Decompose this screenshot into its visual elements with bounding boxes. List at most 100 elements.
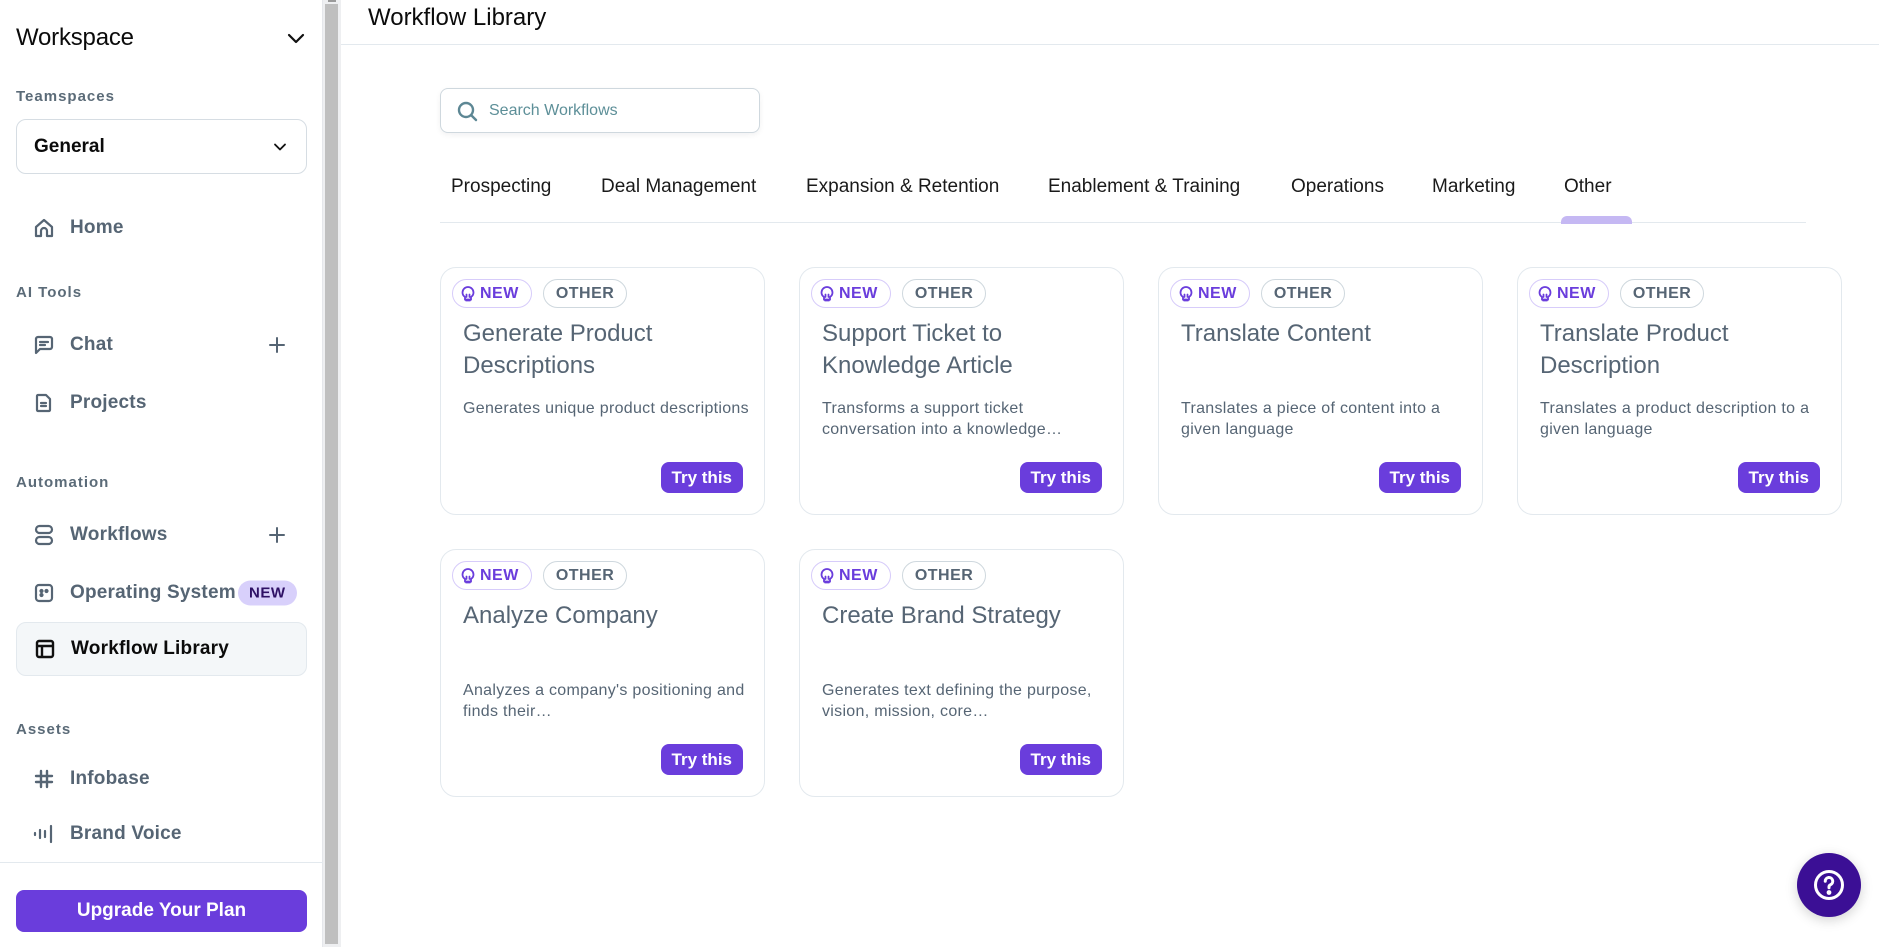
category-badge: OTHER <box>901 279 987 308</box>
workflow-card[interactable]: NEW OTHER Create Brand Strategy Generate… <box>799 549 1124 797</box>
teamspace-selected-value: General <box>34 135 105 157</box>
add-chat-icon[interactable] <box>267 335 287 355</box>
ai-tools-label: AI Tools <box>16 284 83 301</box>
sidebar-item-projects[interactable]: Projects <box>16 376 307 430</box>
search-box[interactable] <box>440 88 760 133</box>
sidebar-item-label: Projects <box>70 392 147 413</box>
add-workflow-icon[interactable] <box>267 525 287 545</box>
category-badge: OTHER <box>542 279 628 308</box>
page-title: Workflow Library <box>368 4 547 31</box>
upgrade-plan-button[interactable]: Upgrade Your Plan <box>16 890 307 932</box>
workflow-card[interactable]: NEW OTHER Analyze Company Analyzes a com… <box>440 549 765 797</box>
assets-label: Assets <box>16 721 72 738</box>
try-this-button[interactable]: Try this <box>1737 462 1820 493</box>
chevron-down-icon[interactable] <box>284 26 308 50</box>
main-content: Workflow Library Prospecting Deal Manage… <box>341 0 1879 947</box>
sidebar-item-operating-system[interactable]: Operating System NEW <box>16 566 307 620</box>
sidebar: Workspace Teamspaces General Home AI Too… <box>0 0 323 947</box>
tab-prospecting[interactable]: Prospecting <box>451 176 551 198</box>
category-badge: OTHER <box>1619 279 1705 308</box>
workflow-card[interactable]: NEW OTHER Support Ticket to Knowledge Ar… <box>799 267 1124 515</box>
sidebar-item-label: Infobase <box>70 768 150 789</box>
card-badges: NEW OTHER <box>1170 279 1346 308</box>
sidebar-item-label: Workflow Library <box>71 638 230 659</box>
teamspace-select[interactable]: General <box>16 119 307 174</box>
teamspaces-label: Teamspaces <box>16 88 115 105</box>
try-this-button[interactable]: Try this <box>1019 462 1102 493</box>
lightbulb-icon <box>1179 285 1193 301</box>
sidebar-item-home[interactable]: Home <box>16 201 307 255</box>
help-icon <box>1814 870 1844 900</box>
try-this-button[interactable]: Try this <box>660 744 743 775</box>
workflows-icon <box>31 522 57 548</box>
card-description: Generates unique product descriptions <box>463 400 749 417</box>
sidebar-item-chat[interactable]: Chat <box>16 318 307 372</box>
sidebar-item-workflows[interactable]: Workflows <box>16 508 307 562</box>
category-tabs: Prospecting Deal Management Expansion & … <box>440 166 1806 224</box>
new-badge: NEW <box>1529 279 1609 308</box>
chevron-down-icon <box>274 143 286 150</box>
sidebar-item-workflow-library[interactable]: Workflow Library <box>16 622 307 676</box>
card-badges: NEW OTHER <box>1529 279 1705 308</box>
help-button[interactable] <box>1797 853 1861 917</box>
sidebar-item-label: Home <box>70 217 124 238</box>
new-badge-label: NEW <box>1557 284 1596 302</box>
category-badge: OTHER <box>542 561 628 590</box>
scrollbar-thumb[interactable] <box>325 4 338 944</box>
lightbulb-icon <box>461 567 475 583</box>
workspace-switcher[interactable]: Workspace <box>16 22 308 54</box>
card-description: Translates a product description to a gi… <box>1540 400 1810 438</box>
new-badge: NEW <box>452 561 532 590</box>
card-description: Generates text defining the purpose, vis… <box>822 682 1092 720</box>
workspace-title: Workspace <box>16 24 134 51</box>
dice-icon <box>31 580 57 606</box>
new-badge: NEW <box>238 580 297 606</box>
new-badge: NEW <box>811 561 891 590</box>
new-badge-label: NEW <box>480 284 519 302</box>
tab-other[interactable]: Other <box>1564 176 1612 198</box>
sidebar-item-label: Brand Voice <box>70 823 182 844</box>
tab-deal-management[interactable]: Deal Management <box>601 176 756 198</box>
hash-icon <box>31 766 57 792</box>
sidebar-item-label: Chat <box>70 334 114 355</box>
card-description: Transforms a support ticket conversation… <box>822 400 1063 438</box>
tab-operations[interactable]: Operations <box>1291 176 1384 198</box>
lightbulb-icon <box>461 285 475 301</box>
workflow-card[interactable]: NEW OTHER Generate Product Descriptions … <box>440 267 765 515</box>
card-description: Analyzes a company's positioning and fin… <box>463 682 745 720</box>
sidebar-item-label: Workflows <box>70 524 168 545</box>
card-title: Analyze Company <box>463 602 658 629</box>
workflow-card[interactable]: NEW OTHER Translate Product Description … <box>1517 267 1842 515</box>
tab-expansion-retention[interactable]: Expansion & Retention <box>806 176 999 198</box>
lightbulb-icon <box>1538 285 1552 301</box>
card-title: Generate Product Descriptions <box>463 320 653 379</box>
card-badges: NEW OTHER <box>811 279 987 308</box>
layout-icon <box>32 636 58 662</box>
lightbulb-icon <box>820 285 834 301</box>
card-badges: NEW OTHER <box>452 561 628 590</box>
lightbulb-icon <box>820 567 834 583</box>
sidebar-item-brand-voice[interactable]: Brand Voice <box>16 807 307 861</box>
card-badges: NEW OTHER <box>452 279 628 308</box>
sidebar-divider <box>0 862 323 863</box>
scroll-up-arrow[interactable] <box>328 0 336 2</box>
sidebar-scrollbar[interactable] <box>323 0 341 947</box>
new-badge-label: NEW <box>839 566 878 584</box>
new-badge: NEW <box>1170 279 1250 308</box>
card-badges: NEW OTHER <box>811 561 987 590</box>
new-badge-label: NEW <box>1198 284 1237 302</box>
card-title: Support Ticket to Knowledge Article <box>822 320 1013 379</box>
try-this-button[interactable]: Try this <box>1019 744 1102 775</box>
sidebar-item-infobase[interactable]: Infobase <box>16 752 307 806</box>
top-bar: Workflow Library <box>341 0 1879 45</box>
tab-marketing[interactable]: Marketing <box>1432 176 1515 198</box>
new-badge: NEW <box>452 279 532 308</box>
home-icon <box>31 215 57 241</box>
try-this-button[interactable]: Try this <box>660 462 743 493</box>
card-title: Translate Product Description <box>1540 320 1729 379</box>
try-this-button[interactable]: Try this <box>1378 462 1461 493</box>
search-input[interactable] <box>489 101 749 120</box>
workflow-card[interactable]: NEW OTHER Translate Content Translates a… <box>1158 267 1483 515</box>
tab-enablement-training[interactable]: Enablement & Training <box>1048 176 1240 198</box>
new-badge-label: NEW <box>839 284 878 302</box>
